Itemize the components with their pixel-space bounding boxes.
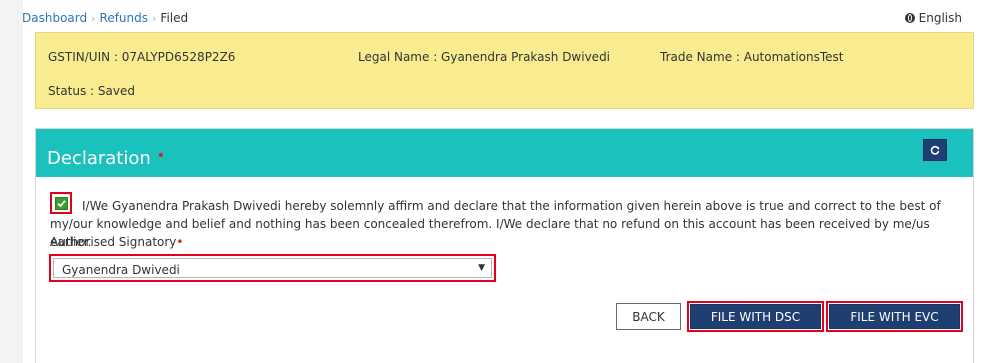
checkmark-icon — [56, 199, 66, 207]
breadcrumb-separator: › — [91, 12, 96, 25]
declaration-panel-header: Declaration • — [36, 129, 973, 177]
file-with-dsc-button[interactable]: FILE WITH DSC — [690, 304, 821, 329]
required-indicator: • — [176, 235, 184, 249]
declaration-checkbox[interactable] — [54, 196, 68, 210]
declaration-statement: I/We Gyanendra Prakash Dwivedi hereby so… — [50, 199, 941, 249]
declaration-title: Declaration • — [47, 148, 165, 169]
refresh-button[interactable] — [923, 139, 947, 161]
dropdown-arrow-icon: ▼ — [478, 263, 485, 273]
file-with-evc-button[interactable]: FILE WITH EVC — [829, 304, 960, 329]
globe-icon — [904, 13, 915, 23]
declaration-checkbox-highlight — [50, 192, 72, 214]
breadcrumb-refunds-link[interactable]: Refunds — [100, 11, 149, 25]
declaration-panel: Declaration • I/We Gyanendra Prakash Dwiv… — [35, 128, 974, 363]
signatory-select-highlight: Gyanendra Dwivedi ▼ — [49, 254, 496, 282]
authorised-signatory-label: Authorised Signatory• — [50, 235, 184, 249]
refresh-icon — [930, 145, 940, 155]
breadcrumb: Dashboard › Refunds › Filed — [22, 11, 188, 25]
status-text: Status : Saved — [48, 84, 135, 98]
gstin-text: GSTIN/UIN : 07ALYPD6528P2Z6 — [48, 50, 236, 64]
language-selector[interactable]: English — [904, 11, 962, 25]
trade-name-text: Trade Name : AutomationsTest — [660, 50, 844, 64]
back-button[interactable]: BACK — [616, 303, 681, 330]
required-indicator: • — [156, 148, 166, 164]
file-with-dsc-highlight: FILE WITH DSC — [687, 301, 824, 332]
declaration-title-text: Declaration — [47, 148, 151, 169]
breadcrumb-dashboard-link[interactable]: Dashboard — [22, 11, 87, 25]
legal-name-text: Legal Name : Gyanendra Prakash Dwivedi — [358, 50, 611, 64]
authorised-signatory-label-text: Authorised Signatory — [50, 235, 177, 249]
taxpayer-info-box: GSTIN/UIN : 07ALYPD6528P2Z6 Legal Name :… — [35, 32, 974, 109]
language-label: English — [918, 11, 962, 25]
breadcrumb-current: Filed — [160, 11, 189, 25]
authorised-signatory-select[interactable]: Gyanendra Dwivedi ▼ — [53, 258, 492, 278]
signatory-selected-value: Gyanendra Dwivedi — [62, 263, 180, 277]
breadcrumb-separator: › — [152, 12, 157, 25]
file-with-evc-highlight: FILE WITH EVC — [826, 301, 963, 332]
